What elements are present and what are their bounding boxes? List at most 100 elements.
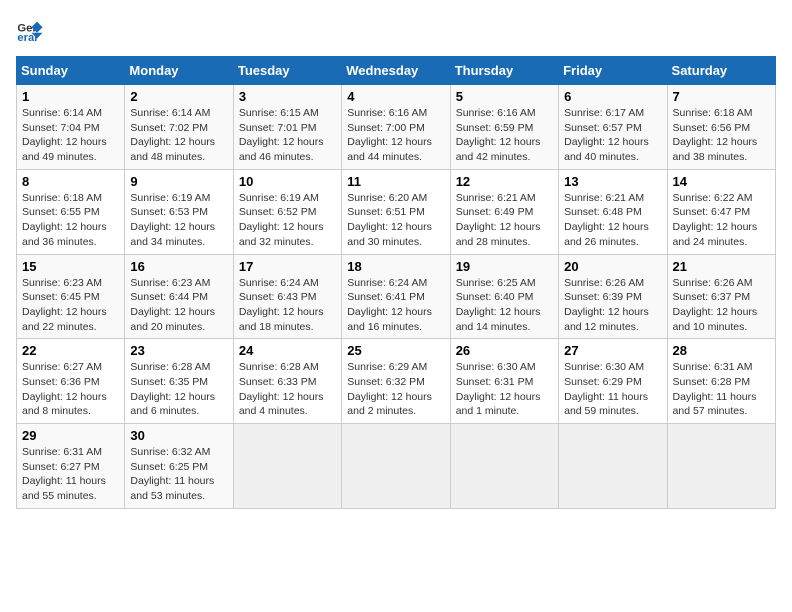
calendar-cell: 13 Sunrise: 6:21 AMSunset: 6:48 PMDayligh… bbox=[559, 169, 667, 254]
calendar-cell: 20Sunrise: 6:26 AMSunset: 6:39 PMDayligh… bbox=[559, 254, 667, 339]
calendar-header-row: SundayMondayTuesdayWednesdayThursdayFrid… bbox=[17, 57, 776, 85]
day-number: 18 bbox=[347, 259, 444, 274]
day-info: Sunrise: 6:23 AMSunset: 6:44 PMDaylight:… bbox=[130, 276, 227, 335]
calendar-cell: 5 Sunrise: 6:16 AMSunset: 6:59 PMDaylight… bbox=[450, 85, 558, 170]
column-header-saturday: Saturday bbox=[667, 57, 775, 85]
day-info: Sunrise: 6:31 AMSunset: 6:27 PMDaylight:… bbox=[22, 445, 119, 504]
calendar-cell: 1 Sunrise: 6:14 AMSunset: 7:04 PMDaylight… bbox=[17, 85, 125, 170]
day-info: Sunrise: 6:18 AMSunset: 6:56 PMDaylight:… bbox=[673, 106, 770, 165]
day-number: 25 bbox=[347, 343, 444, 358]
day-info: Sunrise: 6:30 AMSunset: 6:31 PMDaylight:… bbox=[456, 360, 553, 419]
day-info: Sunrise: 6:28 AMSunset: 6:33 PMDaylight:… bbox=[239, 360, 336, 419]
day-info: Sunrise: 6:24 AMSunset: 6:43 PMDaylight:… bbox=[239, 276, 336, 335]
day-number: 23 bbox=[130, 343, 227, 358]
day-number: 5 bbox=[456, 89, 553, 104]
column-header-sunday: Sunday bbox=[17, 57, 125, 85]
calendar-cell bbox=[233, 424, 341, 509]
calendar-cell: 18 Sunrise: 6:24 AMSunset: 6:41 PMDayligh… bbox=[342, 254, 450, 339]
day-number: 30 bbox=[130, 428, 227, 443]
day-info: Sunrise: 6:26 AMSunset: 6:37 PMDaylight:… bbox=[673, 276, 770, 335]
calendar-cell: 12Sunrise: 6:21 AMSunset: 6:49 PMDayligh… bbox=[450, 169, 558, 254]
day-number: 22 bbox=[22, 343, 119, 358]
day-info: Sunrise: 6:26 AMSunset: 6:39 PMDaylight:… bbox=[564, 276, 661, 335]
day-number: 27 bbox=[564, 343, 661, 358]
calendar-cell: 25 Sunrise: 6:29 AMSunset: 6:32 PMDayligh… bbox=[342, 339, 450, 424]
calendar-cell: 23 Sunrise: 6:28 AMSunset: 6:35 PMDayligh… bbox=[125, 339, 233, 424]
calendar-cell: 28 Sunrise: 6:31 AMSunset: 6:28 PMDayligh… bbox=[667, 339, 775, 424]
calendar-cell: 30 Sunrise: 6:32 AMSunset: 6:25 PMDayligh… bbox=[125, 424, 233, 509]
page-header: Gen eral bbox=[16, 16, 776, 44]
calendar-cell: 10Sunrise: 6:19 AMSunset: 6:52 PMDayligh… bbox=[233, 169, 341, 254]
logo-icon: Gen eral bbox=[16, 16, 44, 44]
calendar-cell: 6 Sunrise: 6:17 AMSunset: 6:57 PMDaylight… bbox=[559, 85, 667, 170]
day-number: 24 bbox=[239, 343, 336, 358]
calendar-cell bbox=[559, 424, 667, 509]
day-info: Sunrise: 6:14 AMSunset: 7:04 PMDaylight:… bbox=[22, 106, 119, 165]
calendar-cell: 21 Sunrise: 6:26 AMSunset: 6:37 PMDayligh… bbox=[667, 254, 775, 339]
day-info: Sunrise: 6:25 AMSunset: 6:40 PMDaylight:… bbox=[456, 276, 553, 335]
day-number: 15 bbox=[22, 259, 119, 274]
day-number: 6 bbox=[564, 89, 661, 104]
day-info: Sunrise: 6:30 AMSunset: 6:29 PMDaylight:… bbox=[564, 360, 661, 419]
calendar-cell: 26 Sunrise: 6:30 AMSunset: 6:31 PMDayligh… bbox=[450, 339, 558, 424]
day-info: Sunrise: 6:24 AMSunset: 6:41 PMDaylight:… bbox=[347, 276, 444, 335]
day-info: Sunrise: 6:21 AMSunset: 6:48 PMDaylight:… bbox=[564, 191, 661, 250]
day-number: 16 bbox=[130, 259, 227, 274]
calendar-week-row: 15Sunrise: 6:23 AMSunset: 6:45 PMDayligh… bbox=[17, 254, 776, 339]
day-number: 21 bbox=[673, 259, 770, 274]
day-number: 29 bbox=[22, 428, 119, 443]
calendar-cell: 9 Sunrise: 6:19 AMSunset: 6:53 PMDaylight… bbox=[125, 169, 233, 254]
day-info: Sunrise: 6:27 AMSunset: 6:36 PMDaylight:… bbox=[22, 360, 119, 419]
day-info: Sunrise: 6:32 AMSunset: 6:25 PMDaylight:… bbox=[130, 445, 227, 504]
column-header-wednesday: Wednesday bbox=[342, 57, 450, 85]
calendar-cell: 24 Sunrise: 6:28 AMSunset: 6:33 PMDayligh… bbox=[233, 339, 341, 424]
logo: Gen eral bbox=[16, 16, 48, 44]
day-number: 3 bbox=[239, 89, 336, 104]
day-number: 11 bbox=[347, 174, 444, 189]
calendar-cell: 22 Sunrise: 6:27 AMSunset: 6:36 PMDayligh… bbox=[17, 339, 125, 424]
column-header-thursday: Thursday bbox=[450, 57, 558, 85]
day-info: Sunrise: 6:16 AMSunset: 6:59 PMDaylight:… bbox=[456, 106, 553, 165]
calendar-cell bbox=[667, 424, 775, 509]
calendar-cell: 27 Sunrise: 6:30 AMSunset: 6:29 PMDayligh… bbox=[559, 339, 667, 424]
calendar-week-row: 8 Sunrise: 6:18 AMSunset: 6:55 PMDaylight… bbox=[17, 169, 776, 254]
day-number: 2 bbox=[130, 89, 227, 104]
calendar-cell: 8 Sunrise: 6:18 AMSunset: 6:55 PMDaylight… bbox=[17, 169, 125, 254]
calendar-cell: 14Sunrise: 6:22 AMSunset: 6:47 PMDayligh… bbox=[667, 169, 775, 254]
day-number: 12 bbox=[456, 174, 553, 189]
day-number: 9 bbox=[130, 174, 227, 189]
day-number: 8 bbox=[22, 174, 119, 189]
day-info: Sunrise: 6:19 AMSunset: 6:53 PMDaylight:… bbox=[130, 191, 227, 250]
calendar-cell: 17 Sunrise: 6:24 AMSunset: 6:43 PMDayligh… bbox=[233, 254, 341, 339]
calendar-cell: 7 Sunrise: 6:18 AMSunset: 6:56 PMDaylight… bbox=[667, 85, 775, 170]
day-info: Sunrise: 6:15 AMSunset: 7:01 PMDaylight:… bbox=[239, 106, 336, 165]
day-number: 14 bbox=[673, 174, 770, 189]
calendar-cell: 11 Sunrise: 6:20 AMSunset: 6:51 PMDayligh… bbox=[342, 169, 450, 254]
calendar-cell: 29 Sunrise: 6:31 AMSunset: 6:27 PMDayligh… bbox=[17, 424, 125, 509]
day-number: 26 bbox=[456, 343, 553, 358]
column-header-monday: Monday bbox=[125, 57, 233, 85]
column-header-friday: Friday bbox=[559, 57, 667, 85]
day-info: Sunrise: 6:18 AMSunset: 6:55 PMDaylight:… bbox=[22, 191, 119, 250]
day-number: 13 bbox=[564, 174, 661, 189]
day-number: 17 bbox=[239, 259, 336, 274]
calendar-cell bbox=[342, 424, 450, 509]
day-info: Sunrise: 6:28 AMSunset: 6:35 PMDaylight:… bbox=[130, 360, 227, 419]
calendar-week-row: 29 Sunrise: 6:31 AMSunset: 6:27 PMDayligh… bbox=[17, 424, 776, 509]
day-info: Sunrise: 6:29 AMSunset: 6:32 PMDaylight:… bbox=[347, 360, 444, 419]
calendar-cell: 16 Sunrise: 6:23 AMSunset: 6:44 PMDayligh… bbox=[125, 254, 233, 339]
day-number: 19 bbox=[456, 259, 553, 274]
day-number: 1 bbox=[22, 89, 119, 104]
day-info: Sunrise: 6:20 AMSunset: 6:51 PMDaylight:… bbox=[347, 191, 444, 250]
day-number: 4 bbox=[347, 89, 444, 104]
day-info: Sunrise: 6:14 AMSunset: 7:02 PMDaylight:… bbox=[130, 106, 227, 165]
day-number: 28 bbox=[673, 343, 770, 358]
day-number: 10 bbox=[239, 174, 336, 189]
calendar-cell: 19 Sunrise: 6:25 AMSunset: 6:40 PMDayligh… bbox=[450, 254, 558, 339]
day-info: Sunrise: 6:17 AMSunset: 6:57 PMDaylight:… bbox=[564, 106, 661, 165]
day-number: 7 bbox=[673, 89, 770, 104]
calendar-cell: 15Sunrise: 6:23 AMSunset: 6:45 PMDayligh… bbox=[17, 254, 125, 339]
day-info: Sunrise: 6:16 AMSunset: 7:00 PMDaylight:… bbox=[347, 106, 444, 165]
calendar-table: SundayMondayTuesdayWednesdayThursdayFrid… bbox=[16, 56, 776, 509]
day-info: Sunrise: 6:31 AMSunset: 6:28 PMDaylight:… bbox=[673, 360, 770, 419]
